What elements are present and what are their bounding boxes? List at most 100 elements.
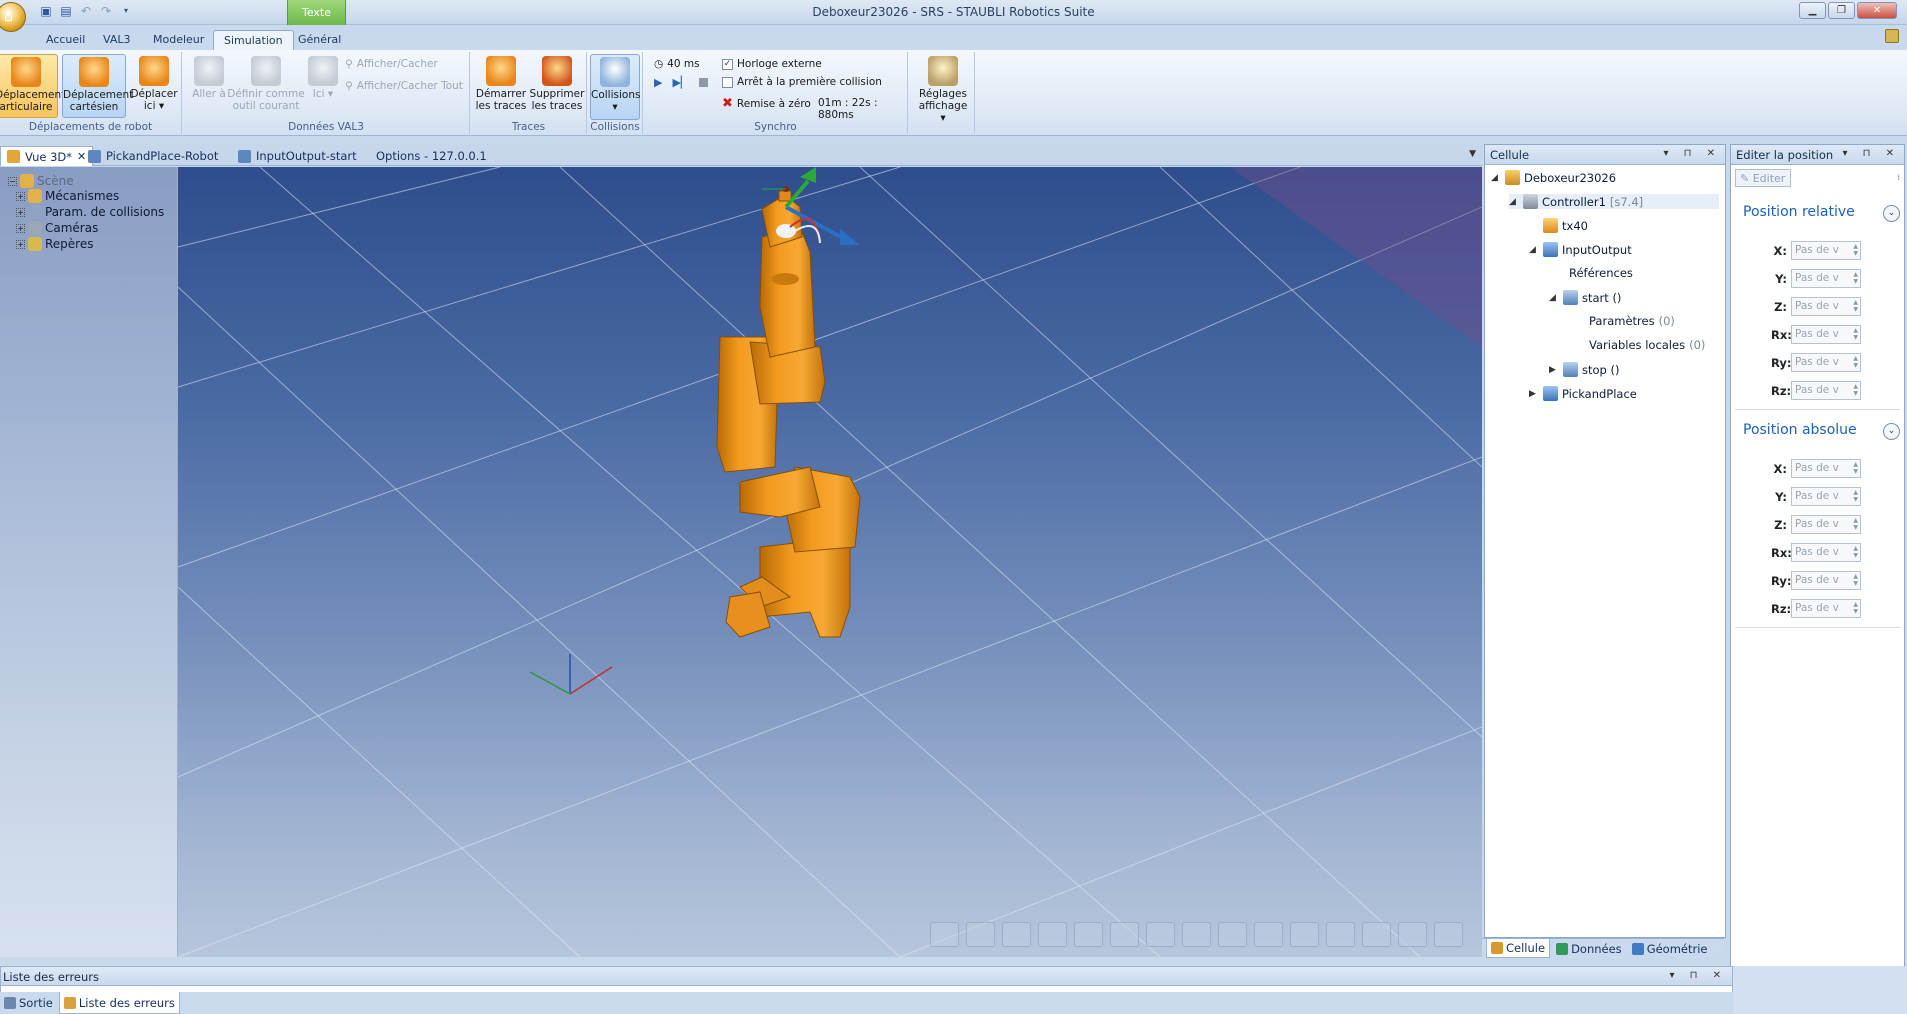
tab-pickandplace-robot[interactable]: PickandPlace-Robot	[82, 146, 224, 166]
scene-item-collision-params[interactable]: + Param. de collisions	[16, 205, 164, 219]
absolute-z-input[interactable]: Pas de v ▲ ▼	[1791, 515, 1861, 534]
tab-accueil[interactable]: Accueil	[36, 30, 95, 50]
play-icon[interactable]: ▶	[654, 76, 662, 89]
view-bottom-icon[interactable]	[1110, 922, 1139, 947]
tab-cellule[interactable]: Cellule	[1486, 939, 1551, 958]
absolute-rz-input[interactable]: Pas de v ▲ ▼	[1791, 599, 1861, 618]
tab-sortie[interactable]: Sortie	[0, 992, 57, 1014]
scene-item-reperes[interactable]: + Repères	[16, 237, 94, 251]
minimize-button[interactable]: ▁	[1799, 2, 1826, 19]
reset-button[interactable]: ✖ Remise à zéro	[722, 96, 811, 111]
cell-tree-start[interactable]: ◢ start ()	[1549, 290, 1621, 305]
collapse-arrow-icon[interactable]: ◢	[1549, 293, 1559, 303]
tab-list-dropdown-icon[interactable]: ▼	[1469, 149, 1476, 159]
view-front-icon[interactable]	[930, 922, 959, 947]
collapse-arrow-icon[interactable]: ◢	[1509, 197, 1519, 207]
select-cursor-icon[interactable]	[1290, 922, 1319, 947]
cell-tree-robot[interactable]: tx40	[1543, 218, 1588, 233]
zoom-icon[interactable]	[1434, 922, 1463, 947]
relative-x-input[interactable]: Pas de v ▲ ▼	[1791, 241, 1861, 260]
collapse-icon[interactable]: −	[8, 176, 17, 186]
stop-on-first-collision-checkbox[interactable]: Arrêt à la première collision	[722, 76, 882, 88]
view-back-icon[interactable]	[966, 922, 995, 947]
cell-tree-local-variables[interactable]: Variables locales (0)	[1589, 338, 1705, 352]
expand-icon[interactable]: +	[16, 207, 25, 217]
tab-donnees[interactable]: Données	[1552, 939, 1626, 958]
cartesian-move-button[interactable]: Déplacement cartésien	[62, 54, 133, 118]
expand-arrow-icon[interactable]: ▶	[1549, 365, 1559, 375]
tab-modeleur[interactable]: Modeleur	[143, 30, 214, 50]
show-hide-all-button[interactable]: ⚲ Afficher/Cacher Tout	[345, 80, 463, 92]
expand-arrow-icon[interactable]: ▶	[1529, 389, 1539, 399]
here-button[interactable]: Ici ▾	[303, 54, 343, 100]
view-left-icon[interactable]	[1002, 922, 1031, 947]
cell-tree-app-inputoutput[interactable]: ◢ InputOutput	[1529, 242, 1632, 257]
collapse-section-icon[interactable]: ⌄	[1883, 423, 1900, 440]
display-settings-button[interactable]: Réglages affichage ▾	[915, 54, 971, 124]
cell-tree-references[interactable]: Références	[1569, 266, 1633, 280]
robot-tx40-model[interactable]	[700, 167, 960, 767]
zoom-fit-icon[interactable]	[1398, 922, 1427, 947]
panel-controls-icon[interactable]: ▾ ⊓ ✕	[1663, 148, 1721, 159]
view-right-icon[interactable]	[1038, 922, 1067, 947]
close-button[interactable]: ✕	[1857, 2, 1897, 19]
set-current-tool-button[interactable]: Définir comme outil courant	[225, 54, 307, 112]
tab-val3[interactable]: VAL3	[93, 30, 140, 50]
measure-icon[interactable]	[1218, 922, 1247, 947]
relative-rx-input[interactable]: Pas de v ▲ ▼	[1791, 325, 1861, 344]
edit-button[interactable]: ✎ Editer	[1735, 169, 1791, 187]
expand-icon[interactable]: +	[16, 191, 25, 201]
move-here-button[interactable]: Déplacer ici ▾	[130, 54, 178, 112]
viewport-3d[interactable]: − Scène + Mécanismes + Param. de collisi…	[0, 167, 1482, 957]
cell-tree-parameters[interactable]: Paramètres (0)	[1589, 314, 1675, 328]
scene-item-cameras[interactable]: + Caméras	[16, 221, 98, 235]
maximize-button[interactable]: ❐	[1828, 2, 1855, 19]
relative-ry-input[interactable]: Pas de v ▲ ▼	[1791, 353, 1861, 372]
pan-icon[interactable]	[1182, 922, 1211, 947]
tab-general[interactable]: Général	[288, 30, 351, 50]
joint-move-button[interactable]: Déplacement articulaire	[0, 54, 65, 118]
cell-tree-root[interactable]: ◢ Deboxeur23026	[1491, 170, 1616, 185]
tab-simulation[interactable]: Simulation	[213, 30, 294, 50]
help-icon[interactable]	[1885, 29, 1899, 43]
view-iso-icon[interactable]	[1146, 922, 1175, 947]
absolute-x-input[interactable]: Pas de v ▲ ▼	[1791, 459, 1861, 478]
rotate-view-icon[interactable]	[1362, 922, 1391, 947]
cell-tree-app-pickandplace[interactable]: ▶ PickandPlace	[1529, 386, 1637, 401]
tab-options[interactable]: Options - 127.0.0.1	[370, 146, 493, 166]
relative-y-input[interactable]: Pas de v ▲ ▼	[1791, 269, 1861, 288]
stop-icon[interactable]	[699, 78, 709, 87]
external-clock-checkbox[interactable]: ✓ Horloge externe	[722, 58, 822, 70]
collapse-section-icon[interactable]: ⌄	[1883, 205, 1900, 222]
expand-icon[interactable]: +	[16, 223, 25, 233]
absolute-rx-input[interactable]: Pas de v ▲ ▼	[1791, 543, 1861, 562]
tab-inputoutput-start[interactable]: InputOutput-start	[232, 146, 363, 166]
scene-tree-root[interactable]: − Scène	[8, 174, 74, 188]
start-traces-button[interactable]: Démarrer les traces	[475, 54, 527, 112]
show-hide-button[interactable]: ⚲ Afficher/Cacher	[345, 58, 438, 70]
delete-traces-button[interactable]: Supprimer les traces	[529, 54, 585, 112]
collisions-button[interactable]: Collisions ▾	[590, 54, 640, 120]
panel-controls-icon[interactable]: ▾ ⊓ ✕	[1842, 148, 1900, 159]
step-duration[interactable]: ◷ 40 ms	[654, 58, 700, 70]
view-top-icon[interactable]	[1074, 922, 1103, 947]
step-forward-icon[interactable]: ▶▏	[672, 76, 689, 89]
panel-controls-icon[interactable]: ▾ ⊓ ✕	[1669, 970, 1727, 981]
scene-item-mecanismes[interactable]: + Mécanismes	[16, 189, 119, 203]
render-mode-icon[interactable]	[1254, 922, 1283, 947]
collapse-arrow-icon[interactable]: ◢	[1491, 173, 1501, 183]
panel-options-icon[interactable]: ⁞	[1897, 173, 1900, 182]
relative-rz-input[interactable]: Pas de v ▲ ▼	[1791, 381, 1861, 400]
absolute-ry-input[interactable]: Pas de v ▲ ▼	[1791, 571, 1861, 590]
cell-tree-stop[interactable]: ▶ stop ()	[1549, 362, 1619, 377]
tab-geometrie[interactable]: Géométrie	[1628, 939, 1712, 958]
expand-icon[interactable]: +	[16, 239, 25, 249]
cell-tree-controller[interactable]: ◢ Controller1 [s7.4]	[1509, 194, 1719, 209]
tab-liste-erreurs[interactable]: Liste des erreurs	[58, 992, 180, 1014]
absolute-y-input[interactable]: Pas de v ▲ ▼	[1791, 487, 1861, 506]
relative-z-input[interactable]: Pas de v ▲ ▼	[1791, 297, 1861, 316]
collapse-arrow-icon[interactable]: ◢	[1529, 245, 1539, 255]
context-tab-texte[interactable]: Texte	[287, 0, 346, 25]
hand-tool-icon[interactable]	[1326, 922, 1355, 947]
tab-vue-3d[interactable]: Vue 3D* ✕	[0, 146, 94, 166]
